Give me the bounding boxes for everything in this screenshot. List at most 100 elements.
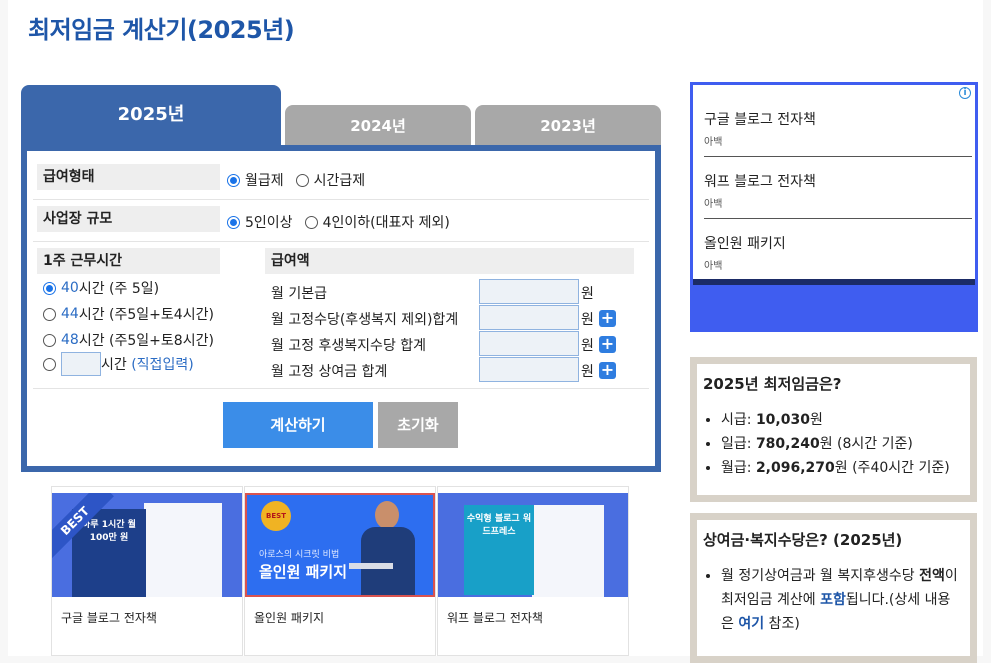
hours-unit: 시간 bbox=[78, 307, 105, 323]
tab-2023[interactable]: 2023년 bbox=[475, 105, 661, 150]
radio-checked-icon[interactable] bbox=[227, 173, 240, 187]
bonus-title: 상여금·복지수당은? (2025년) bbox=[703, 531, 903, 549]
radio-checked-icon[interactable] bbox=[227, 215, 240, 229]
radio-checked-icon[interactable] bbox=[43, 281, 56, 295]
item-suffix: 원 (주40시간 기준) bbox=[834, 460, 950, 476]
hours-option-44[interactable]: 44 시간 (주5일+토4시간) bbox=[43, 304, 214, 324]
book-page-graphic bbox=[144, 503, 222, 597]
product-title: 구글 블로그 전자책 bbox=[61, 611, 157, 625]
radio-unchecked-icon[interactable] bbox=[43, 357, 56, 371]
bonus-strong: 전액 bbox=[919, 568, 945, 584]
min-wage-title: 2025년 최저임금은? bbox=[703, 375, 842, 393]
product-card-allinone[interactable]: BEST 아로스의 시크릿 비법 올인원 패키지 올인원 패키지 bbox=[244, 486, 436, 656]
product-card-wp-ebook[interactable]: 수익형 블로그 워드프레스 워프 블로그 전자책 bbox=[437, 486, 629, 656]
person-body bbox=[361, 527, 415, 595]
hours-unit: 시간 bbox=[78, 333, 105, 349]
custom-hours-hint: (직접입력) bbox=[131, 357, 194, 373]
pay-type-label: 급여형태 bbox=[37, 164, 220, 190]
hours-option-40[interactable]: 40 시간 (주 5일) bbox=[43, 278, 159, 298]
plus-icon[interactable]: + bbox=[599, 362, 616, 379]
product-title: 워프 블로그 전자책 bbox=[447, 611, 543, 625]
product-cards: 하루 1시간 월 100만 원 BEST 구글 블로그 전자책 BEST 아로스… bbox=[51, 486, 629, 656]
ad-item-title: 올인원 패키지 bbox=[704, 236, 786, 252]
ad-banner[interactable]: i 구글 블로그 전자책 아백 워프 블로그 전자책 아백 올인원 패키지 아백 bbox=[690, 82, 978, 332]
reset-button[interactable]: 초기화 bbox=[378, 402, 458, 448]
ad-item-title: 워프 블로그 전자책 bbox=[704, 174, 816, 190]
pay-amount-label: 급여액 bbox=[265, 248, 634, 274]
hours-40-desc: (주 5일) bbox=[109, 281, 160, 297]
tab-2024[interactable]: 2024년 bbox=[285, 105, 471, 150]
radio-unchecked-icon[interactable] bbox=[43, 307, 56, 321]
won-unit: 원 bbox=[581, 364, 594, 380]
bonus-input[interactable] bbox=[479, 357, 579, 382]
book-cover-graphic: 수익형 블로그 워드프레스 bbox=[464, 505, 534, 595]
hours-48-value: 48 bbox=[61, 332, 79, 348]
pay-type-monthly[interactable]: 월급제 bbox=[227, 170, 284, 190]
workplace-size-4minus-label: 4인이하(대표자 제외) bbox=[322, 215, 450, 231]
calculate-button[interactable]: 계산하기 bbox=[223, 402, 373, 448]
hours-option-48[interactable]: 48 시간 (주5일+토8시간) bbox=[43, 330, 214, 350]
divider bbox=[33, 241, 649, 242]
info-icon[interactable]: i bbox=[959, 87, 971, 99]
divider bbox=[33, 199, 649, 200]
radio-unchecked-icon[interactable] bbox=[295, 173, 309, 187]
wp-ebook-image: 수익형 블로그 워드프레스 bbox=[438, 493, 628, 597]
product-title: 올인원 패키지 bbox=[254, 611, 325, 625]
tab-2025[interactable]: 2025년 bbox=[21, 85, 281, 150]
plus-icon[interactable]: + bbox=[599, 336, 616, 353]
hours-40-value: 40 bbox=[61, 280, 79, 296]
pay-type-monthly-label: 월급제 bbox=[245, 173, 284, 189]
item-value: 10,030 bbox=[755, 412, 810, 428]
radio-unchecked-icon[interactable] bbox=[43, 333, 56, 347]
won-unit: 원 bbox=[581, 338, 594, 354]
detail-link[interactable]: 여기 bbox=[738, 616, 764, 632]
pay-type-hourly-label: 시간급제 bbox=[313, 173, 366, 189]
daily-wage-item: 일급: 780,240원 (8시간 기준) bbox=[721, 432, 950, 456]
bonus-item: 월 정기상여금과 월 복지후생수당 전액이 최저임금 계산에 포함됩니다.(상세… bbox=[721, 564, 958, 636]
hours-48-desc: (주5일+토8시간) bbox=[109, 333, 214, 349]
fixed-allowance-input[interactable] bbox=[479, 305, 579, 330]
item-value: 2,096,270 bbox=[755, 460, 835, 476]
item-label: 일급: bbox=[721, 436, 756, 452]
workplace-size-5plus-label: 5인이상 bbox=[245, 215, 293, 231]
best-medal-icon: BEST bbox=[261, 501, 291, 531]
person-illustration bbox=[349, 501, 419, 595]
base-pay-input[interactable] bbox=[479, 279, 579, 304]
workplace-size-options: 5인이상 4인이하(대표자 제외) bbox=[227, 212, 462, 232]
ad-item-sub: 아백 bbox=[704, 261, 723, 272]
ad-item[interactable]: 올인원 패키지 아백 bbox=[704, 233, 972, 272]
bonus-strong-link: 포함 bbox=[820, 592, 846, 608]
workplace-size-4minus[interactable]: 4인이하(대표자 제외) bbox=[304, 212, 450, 232]
allinone-banner-subtitle: 아로스의 시크릿 비법 bbox=[259, 550, 340, 560]
radio-unchecked-icon[interactable] bbox=[304, 215, 318, 229]
pay-type-options: 월급제 시간급제 bbox=[227, 170, 377, 190]
bonus-box: 상여금·복지수당은? (2025년) 월 정기상여금과 월 복지후생수당 전액이… bbox=[690, 513, 977, 663]
item-value: 780,240 bbox=[755, 436, 820, 452]
item-suffix: 원 (8시간 기준) bbox=[819, 436, 913, 452]
ad-divider bbox=[704, 156, 972, 157]
workplace-size-label: 사업장 규모 bbox=[37, 206, 220, 232]
ad-item-sub: 아백 bbox=[704, 137, 723, 148]
item-suffix: 원 bbox=[809, 412, 823, 428]
monthly-wage-item: 월급: 2,096,270원 (주40시간 기준) bbox=[721, 456, 950, 480]
welfare-allowance-input[interactable] bbox=[479, 331, 579, 356]
weekly-hours-label: 1주 근무시간 bbox=[37, 248, 220, 274]
bonus-label: 월 고정 상여금 합계 bbox=[271, 364, 388, 380]
hours-option-custom[interactable]: 시간 (직접입력) bbox=[43, 352, 194, 376]
google-ebook-image: 하루 1시간 월 100만 원 BEST bbox=[52, 493, 242, 597]
workplace-size-5plus[interactable]: 5인이상 bbox=[227, 212, 293, 232]
ad-item-title: 구글 블로그 전자책 bbox=[704, 112, 816, 128]
hourly-wage-item: 시급: 10,030원 bbox=[721, 408, 950, 432]
hours-44-desc: (주5일+토4시간) bbox=[109, 307, 214, 323]
plus-icon[interactable]: + bbox=[599, 310, 616, 327]
ad-item[interactable]: 워프 블로그 전자책 아백 bbox=[704, 171, 972, 210]
calculator-form: 급여형태 월급제 시간급제 사업장 규모 5인이상 4인이하(대표자 제외) 1… bbox=[27, 151, 655, 466]
custom-hours-input[interactable] bbox=[61, 352, 101, 376]
product-card-google-ebook[interactable]: 하루 1시간 월 100만 원 BEST 구글 블로그 전자책 bbox=[51, 486, 243, 656]
calculator: 2025년 2024년 2023년 급여형태 월급제 시간급제 사업장 규모 5… bbox=[21, 85, 661, 472]
pay-type-hourly[interactable]: 시간급제 bbox=[295, 170, 366, 190]
bonus-list: 월 정기상여금과 월 복지후생수당 전액이 최저임금 계산에 포함됩니다.(상세… bbox=[703, 564, 958, 636]
allinone-banner-title: 올인원 패키지 bbox=[259, 563, 348, 581]
ad-item[interactable]: 구글 블로그 전자책 아백 bbox=[704, 109, 972, 148]
allinone-image: BEST 아로스의 시크릿 비법 올인원 패키지 bbox=[245, 493, 435, 597]
